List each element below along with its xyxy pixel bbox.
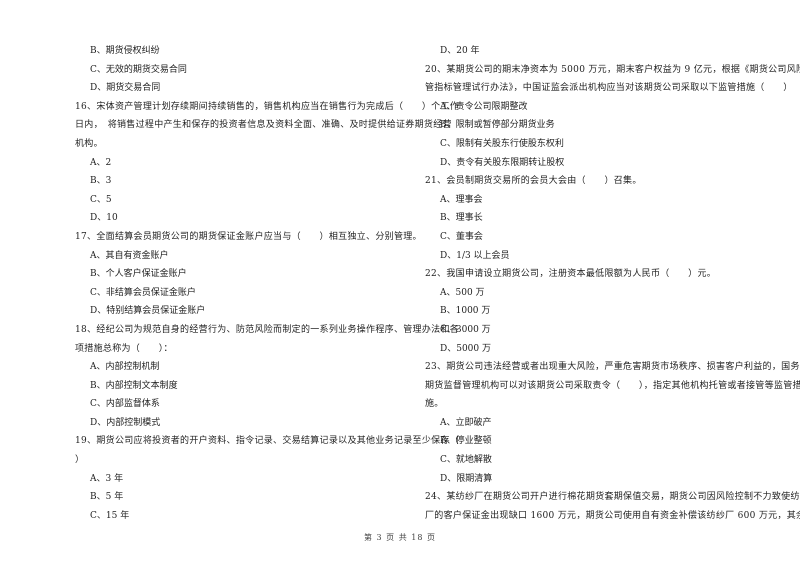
page-footer: 第 3 页 共 18 页: [364, 533, 436, 542]
question-text: 20、某期货公司的期末净资本为 5000 万元，期末客户权益为 9 亿元，根据《…: [425, 64, 800, 75]
answer-option: D、内部控制模式: [90, 417, 161, 428]
answer-option: C、就地解散: [440, 455, 492, 466]
answer-option: C、无效的期货交易合同: [90, 64, 187, 75]
answer-option: B、限制或暂停部分期货业务: [440, 120, 555, 131]
answer-option: B、1000 万: [440, 306, 491, 317]
answer-option: C、3000 万: [440, 324, 491, 335]
question-text: 18、经纪公司为规范自身的经营行为、防范风险而制定的一系列业务操作程序、管理办法…: [75, 324, 460, 335]
answer-option: A、责令公司限期整改: [440, 101, 528, 112]
answer-option: B、个人客户保证金账户: [90, 269, 187, 280]
question-text: 施。: [425, 399, 444, 410]
answer-option: B、内部控制文本制度: [90, 380, 178, 391]
answer-option: D、特别结算会员保证金账户: [90, 306, 206, 317]
answer-option: C、董事会: [440, 231, 483, 242]
answer-option: B、理事长: [440, 213, 483, 224]
answer-option: C、5: [90, 194, 112, 205]
answer-option: B、停业整顿: [440, 436, 492, 447]
question-text: 22、我国申请设立期货公司，注册资本最低限额为人民币（ ）元。: [425, 269, 717, 280]
question-text: 21、会员制期货交易所的会员大会由（ ）召集。: [425, 176, 642, 187]
left-column: B、期货侵权纠纷 C、无效的期货交易合同 D、期货交易合同 16、宋体资产管理计划存续…: [75, 42, 460, 525]
answer-option: D、20 年: [440, 46, 480, 56]
answer-option: A、3 年: [90, 473, 124, 484]
question-text: 日内， 将销售过程中产生和保存的投资者信息及资料全面、准确、及时提供给证券期货经…: [75, 120, 452, 131]
answer-option: A、其自有资金账户: [90, 250, 169, 261]
answer-option: C、15 年: [90, 510, 130, 521]
answer-option: C、限制有关股东行使股东权利: [440, 138, 564, 149]
answer-option: C、非结算会员保证金账户: [90, 287, 196, 298]
answer-option: D、责令有关股东限期转让股权: [440, 157, 565, 168]
question-text: 厂的客户保证金出现缺口 1600 万元，期货公司使用自有资金补偿该纺纱厂 600…: [425, 510, 800, 521]
answer-option: B、3: [90, 176, 112, 187]
answer-option: D、限期清算: [440, 473, 493, 484]
answer-option: D、1/3 以上会员: [440, 250, 510, 261]
answer-option: A、内部控制机制: [90, 362, 160, 373]
answer-option: D、10: [90, 213, 118, 224]
question-text: ）: [75, 455, 85, 466]
question-text: 16、宋体资产管理计划存续期间持续销售的，销售机构应当在销售行为完成后（ ）个工…: [75, 101, 460, 112]
question-text: 机构。: [75, 138, 103, 149]
question-text: 24、某纺纱厂在期货公司开户进行棉花期货套期保值交易，期货公司因风险控制不力致使…: [425, 492, 800, 503]
answer-option: D、期货交易合同: [90, 83, 161, 94]
answer-option: D、5000 万: [440, 343, 491, 354]
right-column: D、20 年 20、某期货公司的期末净资本为 5000 万元，期末客户权益为 9 …: [425, 42, 800, 525]
answer-option: B、期货侵权纠纷: [90, 46, 160, 56]
answer-option: C、内部监督体系: [90, 399, 160, 410]
question-text: 17、全面结算会员期货公司的期货保证金账户应当与（ ）相互独立、分别管理。: [75, 231, 422, 242]
question-text: 19、期货公司应将投资者的开户资料、指令记录、交易结算记录以及其他业务记录至少保…: [75, 436, 460, 447]
question-text: 项措施总称为（ ）：: [75, 343, 173, 354]
question-text: 期货监督管理机构可以对该期货公司采取责令（ ），指定其他机构托管或者接管等监管措: [425, 380, 800, 391]
answer-option: A、500 万: [440, 287, 485, 298]
question-text: 23、期货公司违法经营或者出现重大风险，严重危害期货市场秩序、损害客户利益的，国…: [425, 362, 800, 373]
question-text: 管指标管理试行办法》，中国证监会派出机构应当对该期货公司采取以下监管措施（ ）: [425, 83, 793, 94]
answer-option: A、立即破产: [440, 417, 492, 428]
answer-option: B、5 年: [90, 492, 124, 503]
answer-option: A、理事会: [440, 194, 483, 205]
answer-option: A、2: [90, 157, 112, 168]
